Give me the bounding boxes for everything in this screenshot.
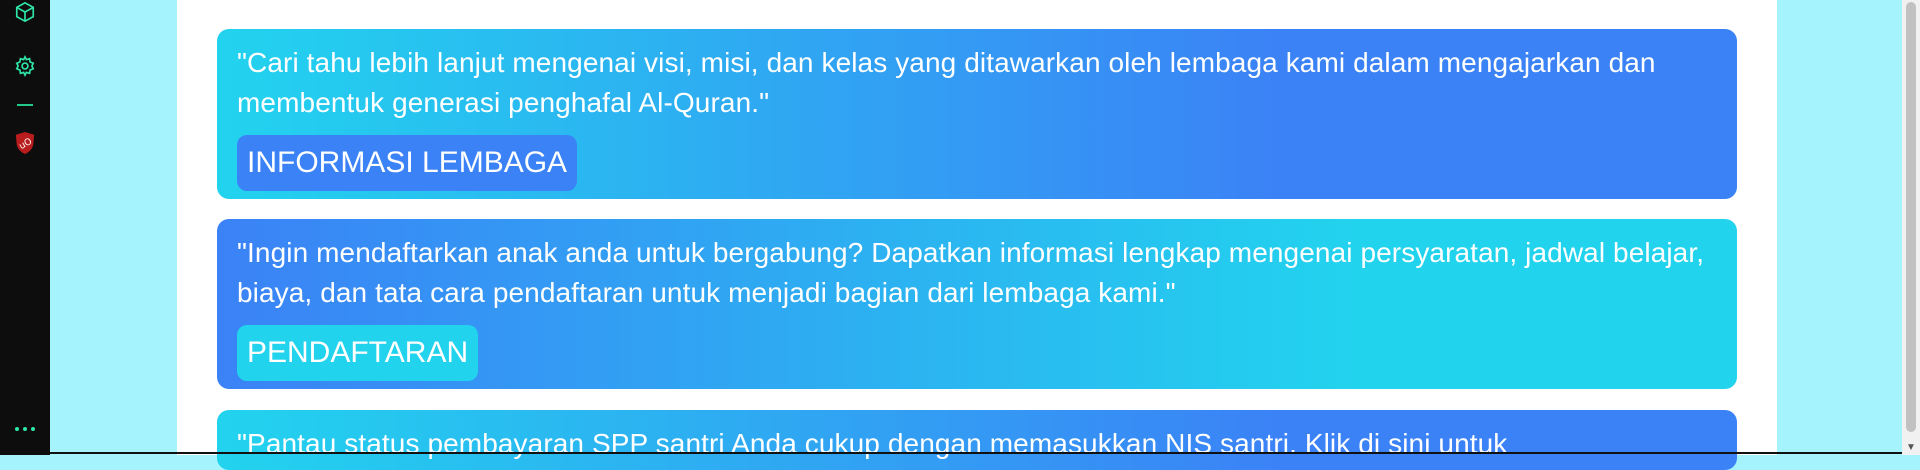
- info-card: "Cari tahu lebih lanjut mengenai visi, m…: [217, 29, 1737, 199]
- minus-icon: [17, 104, 33, 106]
- card-description: "Cari tahu lebih lanjut mengenai visi, m…: [237, 47, 1656, 118]
- pendaftaran-button[interactable]: PENDAFTARAN: [237, 325, 479, 381]
- cube-icon[interactable]: [13, 0, 37, 24]
- more-icon[interactable]: [13, 417, 37, 441]
- card-description: "Ingin mendaftarkan anak anda untuk berg…: [237, 237, 1705, 308]
- gear-icon[interactable]: [13, 54, 37, 78]
- sidebar: uO: [0, 0, 50, 455]
- scroll-down-icon[interactable]: ▼: [1905, 441, 1917, 453]
- window-bottom-border: [50, 452, 1902, 454]
- scrollbar-thumb[interactable]: [1906, 2, 1916, 432]
- informasi-lembaga-button[interactable]: INFORMASI LEMBAGA: [237, 135, 578, 191]
- payment-card: "Pantau status pembayaran SPP santri And…: [217, 410, 1737, 470]
- scrollbar[interactable]: ▼: [1902, 0, 1920, 455]
- card-description: "Pantau status pembayaran SPP santri And…: [237, 428, 1508, 459]
- registration-card: "Ingin mendaftarkan anak anda untuk berg…: [217, 219, 1737, 389]
- content-panel: "Cari tahu lebih lanjut mengenai visi, m…: [177, 0, 1777, 470]
- shield-icon[interactable]: uO: [13, 131, 37, 155]
